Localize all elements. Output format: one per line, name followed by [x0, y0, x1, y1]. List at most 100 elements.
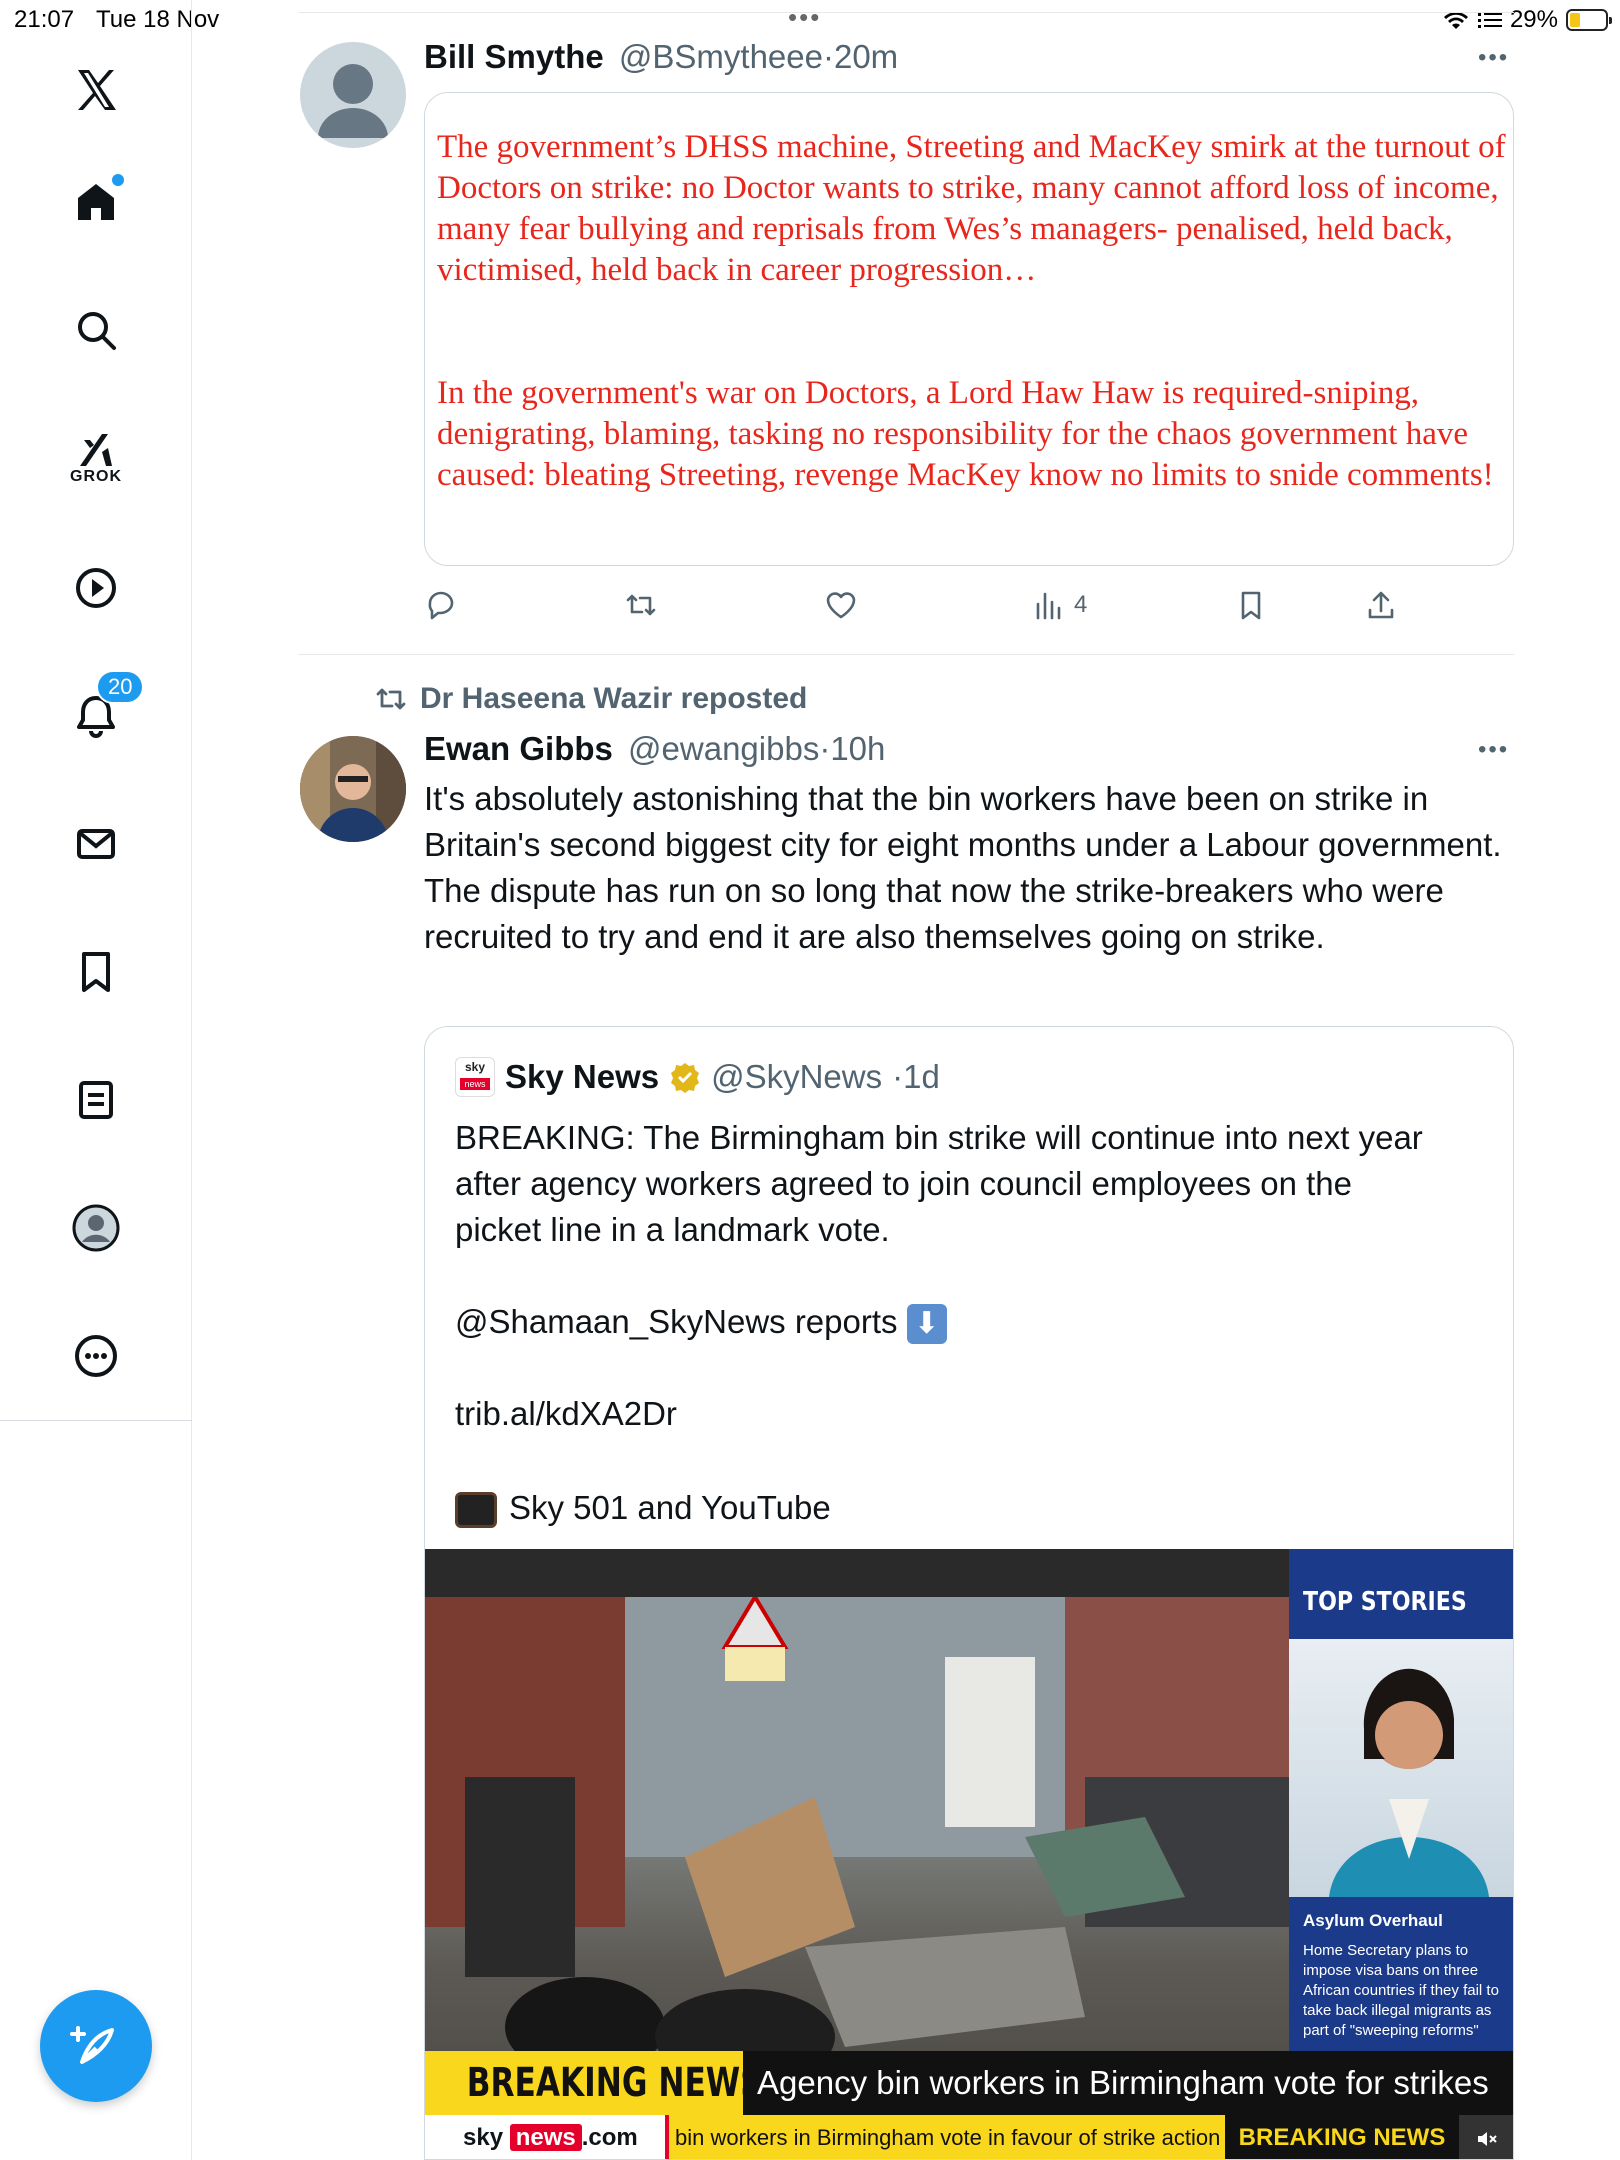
- tv-line-text: Sky 501 and YouTube: [509, 1489, 831, 1526]
- video-player[interactable]: TOP STORIES Asylum Overhaul Home Secreta…: [425, 1549, 1513, 2159]
- compose-icon: [70, 2026, 114, 2064]
- ticker-text: bin workers in Birmingham vote in favour…: [665, 2115, 1220, 2159]
- tweet-header: Bill Smythe @BSmytheee·20m: [424, 38, 898, 76]
- quote-display-name: Sky News: [505, 1058, 660, 1095]
- heart-icon: [826, 592, 856, 619]
- repost-indicator[interactable]: Dr Haseena Wazir reposted: [374, 682, 807, 716]
- television-icon: [455, 1492, 497, 1529]
- more-options-icon[interactable]: •••: [1478, 736, 1509, 764]
- down-arrow-icon: ⬇: [906, 1304, 947, 1345]
- bookmark-button[interactable]: [1234, 580, 1268, 630]
- views-icon: [1036, 592, 1061, 620]
- story-photo: [1289, 1639, 1513, 1897]
- more-circle-icon: [75, 1335, 117, 1377]
- more-options-icon[interactable]: •••: [1478, 44, 1509, 72]
- breaking-tag: BREAKING NEWS: [425, 2051, 763, 2115]
- sidebar-item-lists[interactable]: [62, 1066, 130, 1134]
- sidebar-item-profile[interactable]: [62, 1194, 130, 1262]
- reply-icon: [428, 591, 454, 620]
- sidebar-item-bookmarks[interactable]: [62, 938, 130, 1006]
- like-button[interactable]: [824, 580, 858, 630]
- mail-icon: [77, 829, 115, 859]
- tweet-paragraph: The government’s DHSS machine, Streeting…: [437, 129, 1506, 288]
- focus-list-icon: [1477, 13, 1502, 28]
- list-icon: [79, 1081, 113, 1119]
- status-bar: 21:07 Tue 18 Nov ••• 29%: [0, 0, 1620, 40]
- search-icon: [78, 312, 116, 350]
- x-logo-icon[interactable]: [62, 56, 130, 124]
- verified-gold-icon: [671, 1063, 700, 1093]
- repost-icon: [626, 594, 656, 616]
- home-icon: [78, 184, 114, 220]
- reporter-mention[interactable]: @Shamaan_SkyNews reports: [455, 1303, 898, 1340]
- story-body: Home Secretary plans to impose visa bans…: [1303, 1942, 1499, 2039]
- tweet-header: Ewan Gibbs @ewangibbs·10h: [424, 730, 885, 768]
- sidebar-item-grok[interactable]: GROK: [62, 416, 130, 485]
- quote-link[interactable]: trib.al/kdXA2Dr: [455, 1391, 1495, 1437]
- top-stories-panel: TOP STORIES Asylum Overhaul Home Secreta…: [1289, 1549, 1513, 2075]
- tweet-time[interactable]: ·20m: [823, 38, 898, 75]
- sidebar-item-more[interactable]: [62, 1322, 130, 1390]
- notifications-badge: 20: [96, 670, 145, 704]
- user-handle[interactable]: @ewangibbs: [628, 730, 819, 767]
- quote-text-line: after agency workers agreed to join coun…: [455, 1165, 1353, 1202]
- repost-button[interactable]: [624, 580, 658, 630]
- repost-label: Dr Haseena Wazir reposted: [420, 682, 808, 715]
- feed-top-divider: [298, 12, 1514, 13]
- sidebar: GROK 20: [0, 0, 192, 2160]
- display-name[interactable]: Ewan Gibbs: [424, 730, 613, 767]
- video-frame: [425, 1593, 1289, 2123]
- quote-text-line: picket line in a landmark vote.: [455, 1211, 890, 1248]
- avatar[interactable]: [300, 736, 406, 842]
- default-avatar-icon: [318, 64, 388, 138]
- play-icon: [76, 568, 116, 608]
- views-button[interactable]: 4: [1032, 580, 1087, 630]
- top-stories-heading: TOP STORIES: [1303, 1587, 1467, 1617]
- bookmark-icon: [1241, 591, 1261, 620]
- story-title: Asylum Overhaul: [1303, 1911, 1443, 1930]
- tweet-text: It's absolutely astonishing that the bin…: [424, 780, 1502, 955]
- sky-news-avatar: sky news: [455, 1057, 495, 1097]
- breaking-news-banner: BREAKING NEWS Agency bin workers in Birm…: [425, 2051, 1513, 2115]
- repost-icon: [376, 688, 406, 710]
- tweet-text-image[interactable]: The government’s DHSS machine, Streeting…: [424, 92, 1514, 566]
- mute-button[interactable]: [1459, 2115, 1513, 2159]
- display-name[interactable]: Bill Smythe: [424, 38, 604, 75]
- quote-reporter-line: @Shamaan_SkyNews reports ⬇: [455, 1299, 1495, 1345]
- multitasking-dots-icon[interactable]: •••: [788, 2, 821, 33]
- compose-button[interactable]: [40, 1990, 152, 2102]
- quote-time: ·1d: [892, 1058, 940, 1095]
- tweet-divider: [298, 654, 1514, 655]
- quoted-tweet[interactable]: sky news Sky News @SkyNews ·1d BREAKING: …: [424, 1026, 1514, 2160]
- tweet-paragraph: In the government's war on Doctors, a Lo…: [437, 375, 1494, 493]
- avatar[interactable]: [300, 42, 406, 148]
- speaker-muted-icon: [1478, 2131, 1497, 2146]
- street-scene: [425, 1593, 1289, 2123]
- grok-label: GROK: [70, 468, 122, 485]
- ticker-tag: BREAKING NEWS: [1225, 2115, 1459, 2159]
- quote-header: sky news Sky News @SkyNews ·1d: [455, 1057, 940, 1097]
- sidebar-item-messages[interactable]: [62, 810, 130, 878]
- battery-percent: 29%: [1509, 6, 1558, 33]
- quote-text-line: BREAKING: The Birmingham bin strike will…: [455, 1119, 1423, 1156]
- tweet-actions: 4: [424, 580, 1484, 630]
- user-handle[interactable]: @BSmytheee: [619, 38, 823, 75]
- avatar-icon: [72, 1204, 120, 1252]
- reply-button[interactable]: [424, 580, 458, 630]
- tweet-time[interactable]: ·10h: [819, 730, 885, 767]
- battery-icon: [1566, 9, 1612, 31]
- grok-icon: [80, 434, 112, 466]
- breaking-headline: Agency bin workers in Birmingham vote fo…: [757, 2064, 1489, 2101]
- sidebar-divider: [0, 1420, 192, 1421]
- news-ticker: sky news .com bin workers in Birmingham v…: [425, 2115, 1513, 2159]
- share-button[interactable]: [1364, 580, 1398, 630]
- sidebar-item-explore[interactable]: [62, 296, 130, 364]
- status-right: 29%: [1442, 6, 1612, 34]
- quote-tv-line: Sky 501 and YouTube: [455, 1485, 1495, 1531]
- ticker-logo: sky news .com: [425, 2115, 665, 2159]
- bookmark-icon: [82, 952, 110, 992]
- sidebar-item-video[interactable]: [62, 554, 130, 622]
- sidebar-item-notifications[interactable]: 20: [62, 670, 145, 750]
- share-icon: [1368, 591, 1394, 619]
- sidebar-item-home[interactable]: [62, 168, 130, 236]
